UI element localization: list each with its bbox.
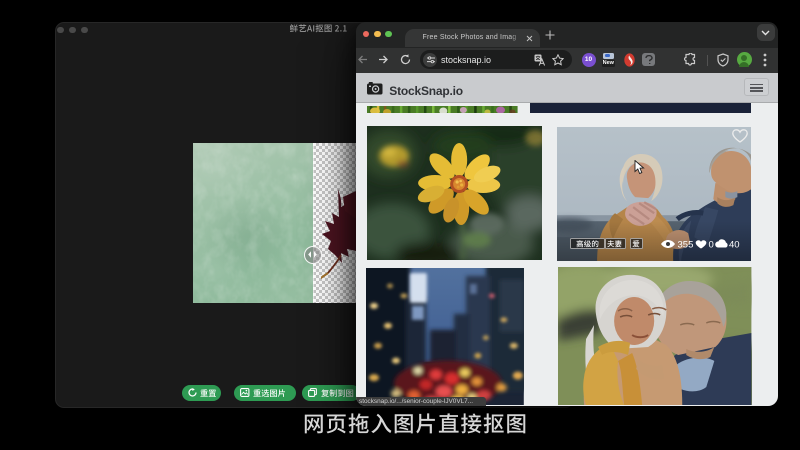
svg-text:0: 0 bbox=[709, 239, 714, 250]
svg-text:355: 355 bbox=[678, 239, 694, 250]
svg-text:40: 40 bbox=[729, 239, 740, 250]
